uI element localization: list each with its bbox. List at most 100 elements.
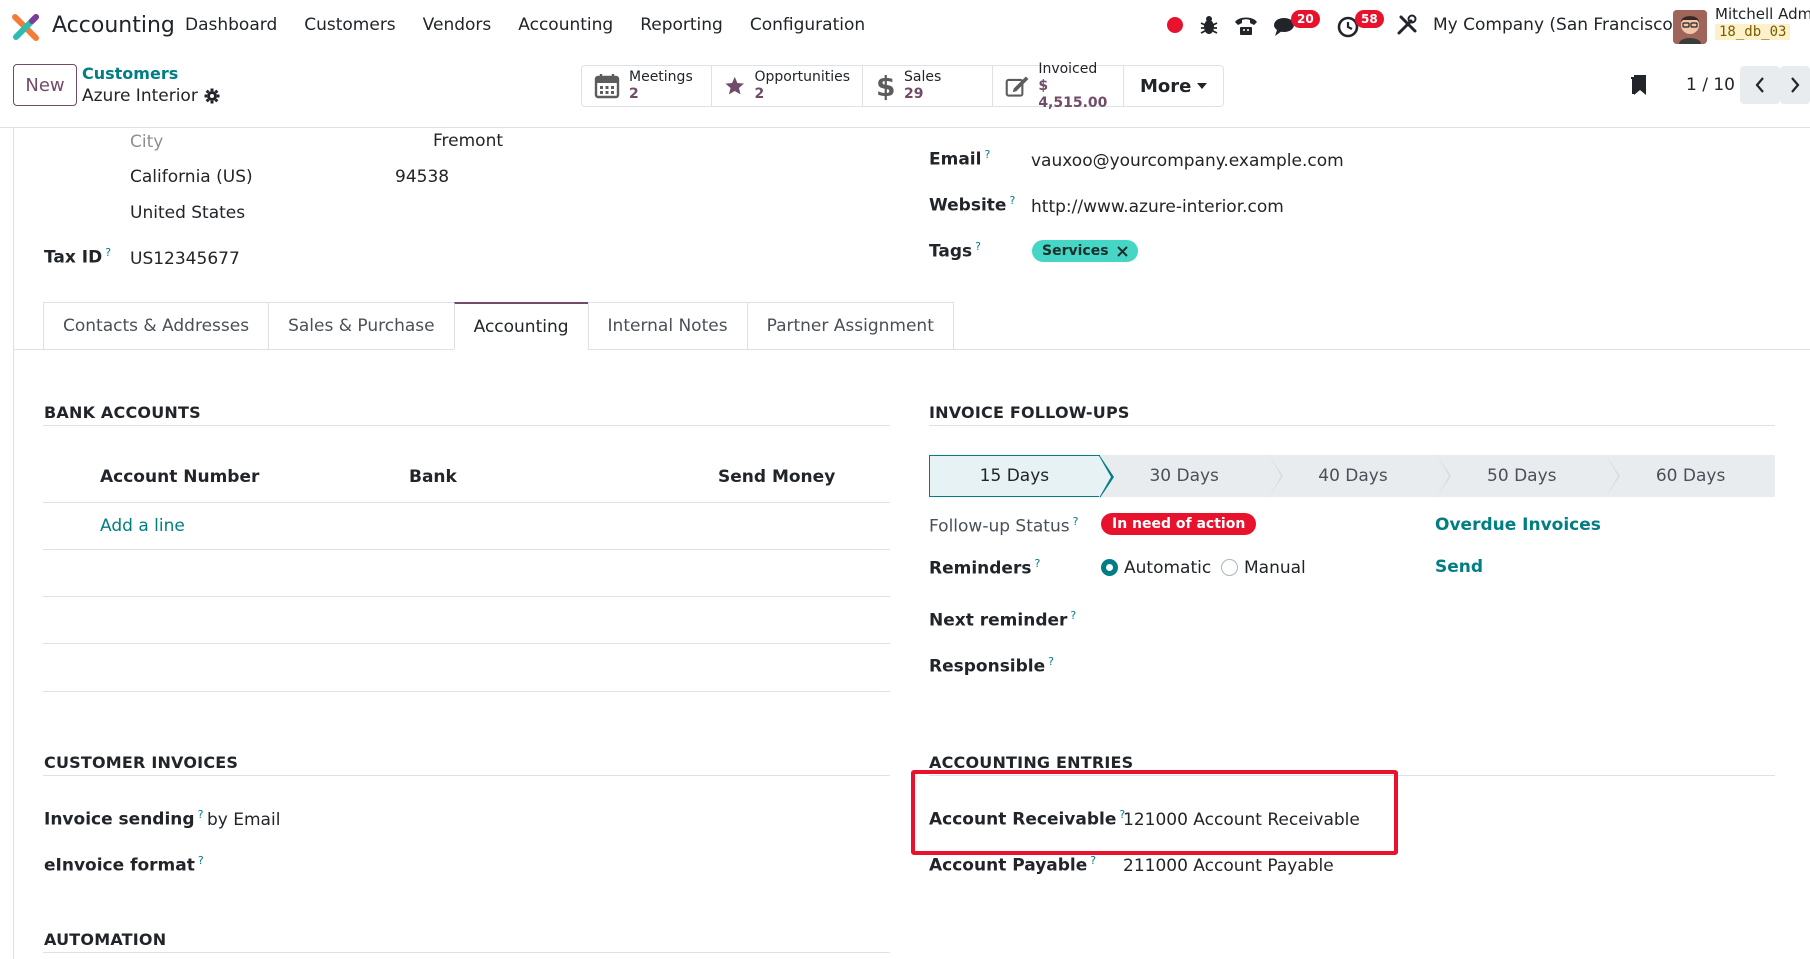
radio-checked-icon (1101, 558, 1118, 576)
calendar-icon (594, 74, 620, 99)
help-icon[interactable]: ? (975, 240, 981, 253)
reminder-manual-radio[interactable]: Manual (1221, 558, 1306, 578)
top-navbar: Accounting Dashboard Customers Vendors A… (0, 0, 1810, 52)
annotation-highlight-box (911, 770, 1398, 855)
zip-field[interactable]: 94538 (395, 167, 449, 187)
menu-customers[interactable]: Customers (304, 15, 395, 35)
help-icon[interactable]: ? (1034, 557, 1040, 570)
smart-buttons: Meetings 2 Opportunities 2 $ Sales 29 In… (581, 61, 1225, 111)
email-field[interactable]: vauxoo@yourcompany.example.com (1031, 151, 1344, 171)
table-row-divider (43, 549, 890, 550)
bank-accounts-title: BANK ACCOUNTS (44, 403, 201, 422)
company-switcher[interactable]: My Company (San Francisco) (1433, 15, 1679, 35)
step-arrow (1098, 456, 1111, 498)
invoiced-smart-button[interactable]: Invoiced $ 4,515.00 (993, 61, 1124, 111)
menu-configuration[interactable]: Configuration (750, 15, 865, 35)
followup-step-15-days[interactable]: 15 Days (929, 455, 1114, 498)
help-icon[interactable]: ? (1073, 515, 1079, 528)
tab-partner-assignment[interactable]: Partner Assignment (746, 302, 954, 350)
website-field[interactable]: http://www.azure-interior.com (1031, 197, 1284, 217)
debug-bug-icon[interactable] (1199, 14, 1219, 36)
bookmark-icon[interactable] (1630, 74, 1650, 96)
followup-step-40-days[interactable]: 40 Days (1269, 455, 1452, 497)
tab-sales-purchase[interactable]: Sales & Purchase (268, 302, 454, 350)
phone-icon[interactable] (1233, 14, 1259, 36)
opportunities-smart-button[interactable]: Opportunities 2 (712, 66, 863, 106)
tag-services[interactable]: Services (1032, 240, 1138, 262)
table-row-divider (43, 502, 890, 503)
tax-id-label-text: Tax ID (44, 247, 103, 268)
gear-icon[interactable] (204, 88, 220, 104)
opportunities-label: Opportunities (754, 69, 850, 85)
column-send-money[interactable]: Send Money (718, 467, 835, 487)
pager-previous-button[interactable] (1740, 66, 1780, 104)
tab-internal-notes[interactable]: Internal Notes (587, 302, 747, 350)
followup-step-30-days[interactable]: 30 Days (1100, 455, 1283, 497)
help-icon[interactable]: ? (984, 148, 990, 161)
column-account-number[interactable]: Account Number (100, 467, 259, 487)
help-icon[interactable]: ? (1090, 854, 1096, 867)
help-icon[interactable]: ? (1048, 655, 1054, 668)
help-icon[interactable]: ? (198, 808, 204, 821)
breadcrumb-customers-link[interactable]: Customers (82, 64, 178, 83)
send-reminder-link[interactable]: Send (1435, 557, 1483, 577)
einvoice-format-label: eInvoice format? (44, 854, 204, 876)
account-payable-field[interactable]: 211000 Account Payable (1123, 856, 1334, 876)
automation-title: AUTOMATION (44, 930, 167, 949)
help-icon[interactable]: ? (105, 246, 111, 259)
settings-tools-icon[interactable] (1396, 14, 1418, 36)
control-panel: New Customers Azure Interior Meetings 2 (0, 52, 1810, 128)
followup-status-badge: In need of action (1101, 513, 1257, 535)
pager-value[interactable]: 1 / 10 (1686, 75, 1735, 95)
chevron-right-icon (1791, 77, 1800, 93)
tab-contacts-addresses[interactable]: Contacts & Addresses (43, 302, 269, 350)
column-bank[interactable]: Bank (409, 467, 457, 487)
table-row-divider (43, 691, 890, 692)
reminder-automatic-radio[interactable]: Automatic (1101, 558, 1211, 578)
record-name: Azure Interior (82, 86, 198, 106)
account-payable-label: Account Payable? (929, 854, 1096, 876)
pager-next-button[interactable] (1780, 66, 1810, 104)
invoiced-amount: $ 4,515.00 (1038, 77, 1108, 111)
user-name[interactable]: Mitchell Admi (1715, 5, 1810, 23)
invoice-sending-label-text: Invoice sending (44, 809, 195, 830)
sales-label: Sales (904, 69, 942, 85)
menu-reporting[interactable]: Reporting (640, 15, 723, 35)
meetings-smart-button[interactable]: Meetings 2 (582, 66, 712, 106)
accounting-app-icon[interactable] (12, 13, 40, 41)
new-record-button[interactable]: New (13, 64, 77, 106)
help-icon[interactable]: ? (1070, 609, 1076, 622)
menu-accounting[interactable]: Accounting (518, 15, 613, 35)
reminder-manual-label: Manual (1244, 558, 1306, 578)
step-arrow (1437, 455, 1450, 497)
edit-invoice-icon (1005, 76, 1029, 97)
tax-id-field[interactable]: US12345677 (130, 249, 240, 269)
followup-step-60-days[interactable]: 60 Days (1606, 455, 1775, 497)
city-field[interactable]: Fremont (433, 131, 503, 151)
invoice-sending-field[interactable]: by Email (207, 810, 280, 830)
menu-vendors[interactable]: Vendors (423, 15, 492, 35)
overdue-invoices-link[interactable]: Overdue Invoices (1435, 515, 1601, 535)
step-label: 50 Days (1487, 466, 1557, 486)
user-avatar[interactable] (1673, 10, 1707, 44)
chevron-left-icon (1755, 77, 1764, 93)
help-icon[interactable]: ? (198, 854, 204, 867)
table-row-divider (43, 643, 890, 644)
recording-icon[interactable] (1167, 17, 1183, 33)
step-label: 15 Days (979, 466, 1050, 486)
menu-dashboard[interactable]: Dashboard (185, 15, 277, 35)
add-bank-account-line-link[interactable]: Add a line (100, 516, 185, 536)
followup-step-50-days[interactable]: 50 Days (1437, 455, 1621, 497)
step-arrow (1268, 455, 1281, 497)
close-icon[interactable] (1116, 245, 1128, 257)
opportunities-count: 2 (754, 86, 765, 102)
state-field[interactable]: California (US) (130, 167, 253, 187)
app-name[interactable]: Accounting (52, 13, 175, 38)
country-field[interactable]: United States (130, 203, 245, 223)
sales-smart-button[interactable]: $ Sales 29 (863, 66, 993, 106)
tab-accounting[interactable]: Accounting (453, 302, 588, 350)
more-smart-buttons-dropdown[interactable]: More (1124, 66, 1223, 106)
star-icon (725, 76, 744, 95)
notebook-tabs: Contacts & Addresses Sales & Purchase Ac… (43, 302, 954, 350)
help-icon[interactable]: ? (1009, 194, 1015, 207)
